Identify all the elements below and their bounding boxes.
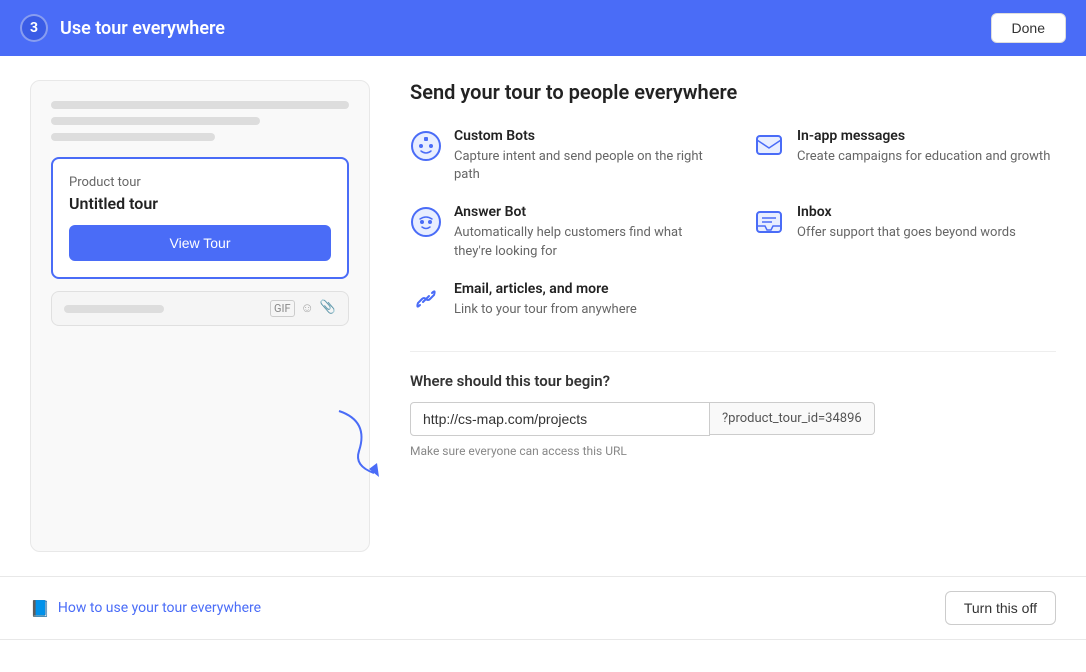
tour-type-label: Product tour xyxy=(69,175,331,190)
arrow-icon xyxy=(329,401,389,481)
mock-text xyxy=(64,305,164,313)
url-input-row: ?product_tour_id=34896 xyxy=(410,402,1056,436)
inbox-icon xyxy=(753,206,785,238)
tour-card: Product tour Untitled tour View Tour xyxy=(51,157,349,279)
options-grid: Custom Bots Capture intent and send peop… xyxy=(410,128,1056,319)
preview-line-2 xyxy=(51,117,260,125)
message-icon xyxy=(753,130,785,162)
emoji-icon: ☺ xyxy=(301,300,314,317)
options-title: Send your tour to people everywhere xyxy=(410,80,1056,104)
preview-lines xyxy=(51,101,349,141)
turn-off-button[interactable]: Turn this off xyxy=(945,591,1056,625)
option-inbox: Inbox Offer support that goes beyond wor… xyxy=(753,204,1056,260)
footer-bar: 📘 How to use your tour everywhere Turn t… xyxy=(0,576,1086,639)
url-input[interactable] xyxy=(410,402,710,436)
header-left: 3 Use tour everywhere xyxy=(20,14,225,42)
answer-bot-icon xyxy=(410,206,442,238)
custom-bots-desc: Capture intent and send people on the ri… xyxy=(454,148,713,184)
option-email: Email, articles, and more Link to your t… xyxy=(410,281,713,319)
preview-panel: Product tour Untitled tour View Tour GIF… xyxy=(30,80,370,552)
email-desc: Link to your tour from anywhere xyxy=(454,301,637,319)
gif-icon: GIF xyxy=(270,300,295,317)
header-title: Use tour everywhere xyxy=(60,18,225,39)
help-link-label: How to use your tour everywhere xyxy=(58,600,261,616)
custom-bots-name: Custom Bots xyxy=(454,128,713,144)
view-tour-button[interactable]: View Tour xyxy=(69,225,331,261)
tour-name-label: Untitled tour xyxy=(69,194,331,213)
url-suffix: ?product_tour_id=34896 xyxy=(710,402,875,435)
done-button[interactable]: Done xyxy=(991,13,1066,43)
inbox-name: Inbox xyxy=(797,204,1016,220)
header: 3 Use tour everywhere Done xyxy=(0,0,1086,56)
help-link[interactable]: 📘 How to use your tour everywhere xyxy=(30,599,261,618)
option-custom-bots: Custom Bots Capture intent and send peop… xyxy=(410,128,713,184)
bot-icon xyxy=(410,130,442,162)
tour-begin-title: Where should this tour begin? xyxy=(410,372,1056,390)
chat-input-mock: GIF ☺ 📎 xyxy=(51,291,349,326)
tour-begin-section: Where should this tour begin? ?product_t… xyxy=(410,351,1056,458)
url-hint: Make sure everyone can access this URL xyxy=(410,444,1056,458)
option-in-app: In-app messages Create campaigns for edu… xyxy=(753,128,1056,184)
answer-bot-desc: Automatically help customers find what t… xyxy=(454,224,713,260)
main-section: Product tour Untitled tour View Tour GIF… xyxy=(0,56,1086,576)
next-section xyxy=(0,639,1086,672)
help-book-icon: 📘 xyxy=(30,599,50,618)
preview-line-1 xyxy=(51,101,349,109)
mock-icons: GIF ☺ 📎 xyxy=(270,300,336,317)
answer-bot-name: Answer Bot xyxy=(454,204,713,220)
options-panel: Send your tour to people everywhere Cust… xyxy=(410,80,1056,552)
attach-icon: 📎 xyxy=(320,300,336,317)
in-app-desc: Create campaigns for education and growt… xyxy=(797,148,1050,166)
link-icon xyxy=(410,283,442,315)
preview-line-3 xyxy=(51,133,215,141)
option-answer-bot: Answer Bot Automatically help customers … xyxy=(410,204,713,260)
inbox-desc: Offer support that goes beyond words xyxy=(797,224,1016,242)
in-app-name: In-app messages xyxy=(797,128,1050,144)
email-name: Email, articles, and more xyxy=(454,281,637,297)
step-badge: 3 xyxy=(20,14,48,42)
